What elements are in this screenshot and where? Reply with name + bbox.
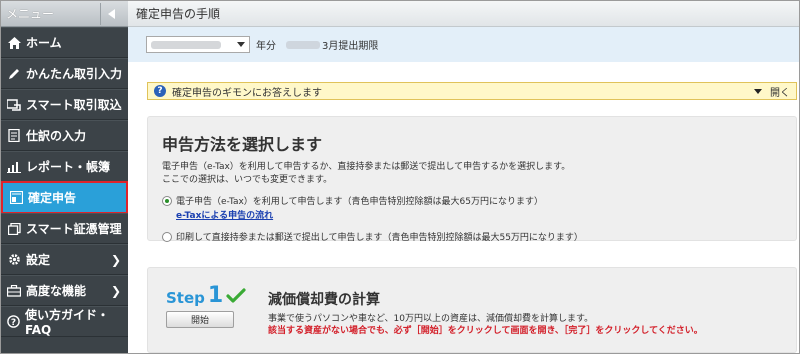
chevron-right-icon: ❯ bbox=[110, 284, 121, 298]
sidebar-item-label: レポート・帳簿 bbox=[26, 160, 111, 174]
sidebar-item-label: スマート証憑管理 bbox=[26, 222, 122, 236]
sidebar-title: メニュー bbox=[6, 7, 55, 21]
step-number: 1 bbox=[207, 283, 224, 308]
chevron-down-icon bbox=[237, 42, 245, 47]
sidebar-item-label: 設定 bbox=[26, 253, 51, 267]
step1-indicator: Step 1 bbox=[166, 285, 246, 307]
sidebar-item-settings[interactable]: 設定 ❯ bbox=[1, 244, 128, 275]
chevron-right-icon: ❯ bbox=[110, 253, 121, 267]
sidebar-item-reports[interactable]: レポート・帳簿 bbox=[1, 151, 128, 182]
step1-start-button[interactable]: 開始 bbox=[166, 311, 234, 328]
sidebar-item-advanced[interactable]: 高度な機能 ❯ bbox=[1, 275, 128, 306]
filing-method-description-1: 電子申告（e-Tax）を利用して申告するか、直接持参または郵送で提出して申告する… bbox=[162, 162, 571, 172]
tools-icon bbox=[6, 283, 22, 299]
option-paper-row[interactable]: 印刷して直接持参または郵送で提出して申告します（青色申告特別控除額は最大55万円… bbox=[162, 230, 796, 243]
help-icon: ? bbox=[6, 314, 21, 330]
sidebar-item-label: かんたん取引入力 bbox=[26, 67, 123, 81]
sidebar-header: メニュー bbox=[1, 1, 128, 27]
sidebar-item-journal-entry[interactable]: 仕訳の入力 bbox=[1, 120, 128, 151]
pencil-icon bbox=[6, 66, 22, 82]
step1-panel: Step 1 開始 減価償却費の計算 事業で使うパソコンや車など、10万円以上の… bbox=[147, 267, 797, 353]
page-title: 確定申告の手順 bbox=[136, 7, 221, 21]
filing-method-title: 申告方法を選択します bbox=[162, 135, 323, 154]
sidebar-item-guide-faq[interactable]: ? 使い方ガイド・FAQ bbox=[1, 306, 128, 337]
report-chart-icon bbox=[6, 159, 22, 175]
gear-icon bbox=[6, 252, 22, 268]
faq-toggle-label: 開く bbox=[770, 87, 790, 99]
filing-method-description-2: ここでの選択は、いつでも変更できます。 bbox=[162, 175, 333, 185]
sidebar-item-tax-return[interactable]: 確定申告 bbox=[1, 181, 128, 214]
svg-text:?: ? bbox=[11, 318, 16, 328]
year-select[interactable] bbox=[146, 36, 250, 53]
ledger-icon bbox=[6, 128, 22, 144]
deadline-year bbox=[286, 40, 320, 49]
chevron-down-icon bbox=[754, 88, 762, 94]
sidebar-item-easy-entry[interactable]: かんたん取引入力 bbox=[1, 58, 128, 89]
sidebar-item-label: スマート取引取込 bbox=[26, 98, 122, 112]
receipt-icon bbox=[6, 221, 22, 237]
option-etax-row[interactable]: 電子申告（e-Tax）を利用して申告します（青色申告特別控除額は最大65万円にな… bbox=[162, 194, 796, 207]
sidebar-item-label: 確定申告 bbox=[28, 191, 77, 205]
sidebar-collapse-button[interactable] bbox=[100, 2, 122, 25]
deadline-label: 3月提出期限 bbox=[322, 41, 379, 52]
page-title-bar: 確定申告の手順 bbox=[128, 1, 799, 27]
step-word: Step bbox=[166, 289, 205, 307]
faq-banner[interactable]: ? 確定申告のギモンにお答えします 開く bbox=[147, 82, 797, 100]
year-select-value bbox=[151, 40, 221, 49]
import-icon bbox=[6, 97, 22, 113]
home-icon bbox=[6, 35, 22, 51]
faq-text: 確定申告のギモンにお答えします bbox=[172, 87, 322, 99]
option-paper-label: 印刷して直接持参または郵送で提出して申告します（青色申告特別控除額は最大55万円… bbox=[176, 233, 583, 243]
sidebar-item-smart-import[interactable]: スマート取引取込 bbox=[1, 89, 128, 120]
chevron-left-icon bbox=[108, 8, 115, 19]
question-icon: ? bbox=[154, 85, 166, 97]
option-etax-radio[interactable] bbox=[162, 195, 172, 206]
sidebar-item-receipt-management[interactable]: スマート証憑管理 bbox=[1, 213, 128, 244]
sidebar-item-label: 高度な機能 bbox=[26, 284, 87, 298]
sidebar-item-label: ホーム bbox=[26, 36, 62, 50]
option-etax-label: 電子申告（e-Tax）を利用して申告します（青色申告特別控除額は最大65万円にな… bbox=[176, 197, 543, 207]
tax-return-icon bbox=[8, 190, 24, 206]
main-content: 確定申告の手順 年分 3月提出期限 ? 確定申告のギモンにお答えします 開く 申… bbox=[128, 1, 799, 353]
year-selection-bar: 年分 3月提出期限 bbox=[128, 27, 799, 63]
step1-note: 該当する資産がない場合でも、必ず［開始］をクリックして画面を開き、［完了］をクリ… bbox=[268, 326, 703, 336]
etax-flow-link[interactable]: e-Taxによる申告の流れ bbox=[176, 208, 796, 221]
sidebar-item-home[interactable]: ホーム bbox=[1, 27, 128, 58]
sidebar: メニュー ホーム かんたん取引入力 スマート取引取込 仕訳の入力 レポート・帳簿 bbox=[1, 1, 128, 353]
sidebar-item-label: 使い方ガイド・FAQ bbox=[24, 308, 109, 337]
year-suffix-label: 年分 bbox=[256, 41, 276, 52]
step1-title: 減価償却費の計算 bbox=[268, 292, 380, 308]
sidebar-item-label: 仕訳の入力 bbox=[26, 129, 87, 143]
option-paper-radio[interactable] bbox=[162, 231, 172, 242]
filing-method-panel: 申告方法を選択します 電子申告（e-Tax）を利用して申告するか、直接持参または… bbox=[147, 116, 797, 243]
checkmark-icon bbox=[226, 288, 246, 307]
